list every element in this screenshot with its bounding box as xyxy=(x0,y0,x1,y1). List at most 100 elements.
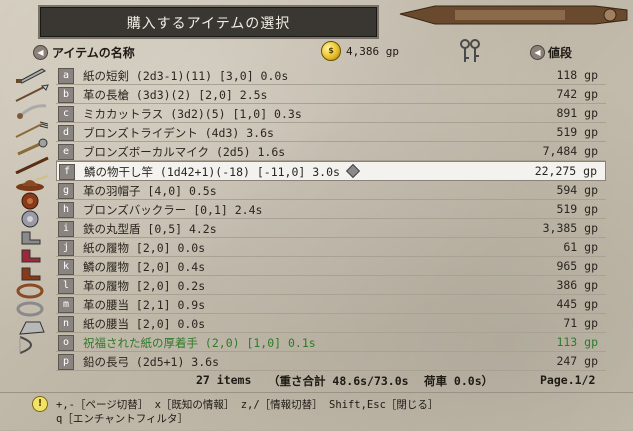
dagger-icon xyxy=(16,68,46,84)
round-shield-icon xyxy=(21,210,39,228)
longbow-icon xyxy=(19,336,32,354)
item-price: 891 gp xyxy=(556,106,598,120)
item-row-g[interactable]: g 革の羽帽子 [4,0] 0.5s 594 gp xyxy=(56,181,606,200)
item-name: 紙の短剣 (2d3-1)(11) [3,0] 0.0s xyxy=(83,69,289,83)
item-name: ミカカットラス (3d2)(5) [1,0] 0.3s xyxy=(83,107,302,121)
gauntlet-icon xyxy=(19,321,45,335)
item-key: n xyxy=(58,316,74,332)
price-sort-arrow-icon[interactable]: ◀ xyxy=(530,45,545,60)
leather-belt-icon xyxy=(16,283,44,299)
hint-icon: ! xyxy=(32,396,48,412)
cargo-weight: 荷車 0.0s） xyxy=(424,374,494,388)
trident-icon xyxy=(15,121,49,138)
item-name: 鉄の丸型盾 [0,5] 4.2s xyxy=(83,222,217,236)
item-key: d xyxy=(58,125,74,141)
decorative-weapon-icon xyxy=(399,5,628,25)
item-row-f-selected[interactable]: f 鱗の物干し竿 (1d42+1)(-18) [-11,0] 3.0s 22,2… xyxy=(56,161,606,181)
page-indicator: Page.1/2 xyxy=(540,373,596,387)
item-row-n[interactable]: n 紙の腰当 [2,0] 0.0s 71 gp xyxy=(56,314,606,333)
item-key: i xyxy=(58,221,74,237)
item-price: 113 gp xyxy=(556,335,598,349)
item-key: h xyxy=(58,202,74,218)
item-name: 紙の履物 [2,0] 0.0s xyxy=(83,241,206,255)
scale-footwear-icon xyxy=(21,249,41,263)
item-row-l[interactable]: l 革の履物 [2,0] 0.2s 386 gp xyxy=(56,276,606,295)
item-price: 247 gp xyxy=(556,354,598,368)
paper-belt-icon xyxy=(16,301,44,317)
item-row-c[interactable]: c ミカカットラス (3d2)(5) [1,0] 0.3s 891 gp xyxy=(56,104,606,123)
item-key: b xyxy=(58,87,74,103)
item-price: 519 gp xyxy=(556,125,598,139)
leather-footwear-icon xyxy=(21,267,41,281)
item-name: 革の腰当 [2,1] 0.9s xyxy=(83,298,206,312)
item-key: g xyxy=(58,183,74,199)
item-name: ブロンズバックラー [0,1] 2.4s xyxy=(83,203,263,217)
item-price: 965 gp xyxy=(556,259,598,273)
item-price: 71 gp xyxy=(563,316,598,330)
item-row-k[interactable]: k 鱗の履物 [2,0] 0.4s 965 gp xyxy=(56,257,606,276)
item-key: f xyxy=(59,164,75,180)
pole-icon xyxy=(15,156,49,174)
cutlass-icon xyxy=(16,104,47,120)
item-key: a xyxy=(58,68,74,84)
item-price: 445 gp xyxy=(556,297,598,311)
item-name: 紙の腰当 [2,0] 0.0s xyxy=(83,317,206,331)
item-list: a 紙の短剣 (2d3-1)(11) [3,0] 0.0s 118 gp b 革… xyxy=(56,66,606,371)
item-key: l xyxy=(58,278,74,294)
gold-coin-icon: $ xyxy=(321,41,341,61)
selection-cursor-icon xyxy=(345,163,361,179)
item-price: 61 gp xyxy=(563,240,598,254)
hat-icon xyxy=(16,175,49,191)
keys-icon xyxy=(460,39,480,62)
item-name: ブロンズトライデント (4d3) 3.6s xyxy=(83,126,274,140)
item-price: 118 gp xyxy=(556,68,598,82)
item-row-o[interactable]: o 祝福された紙の厚着手 (2,0) [1,0] 0.1s 113 gp xyxy=(56,333,606,352)
help-line-1: +,-［ページ切替］ x［既知の情報］ z,/［情報切替］ Shift,Esc［… xyxy=(56,399,439,411)
item-name: 祝福された紙の厚着手 (2,0) [1,0] 0.1s xyxy=(83,336,316,350)
paper-footwear-icon xyxy=(21,231,41,245)
window-title: 購入するアイテムの選択 xyxy=(126,16,291,32)
item-key: e xyxy=(58,144,74,160)
weight-total: （重さ合計 48.6s/73.0s xyxy=(268,374,409,388)
item-key: o xyxy=(58,335,74,351)
item-price: 742 gp xyxy=(556,87,598,101)
item-row-p[interactable]: p 鉛の長弓 (2d5+1) 3.6s 247 gp xyxy=(56,352,606,371)
item-name: 鱗の履物 [2,0] 0.4s xyxy=(83,260,206,274)
item-count: 27 items xyxy=(196,373,252,387)
item-name-header: アイテムの名称 xyxy=(52,46,135,60)
item-name: ブロンズボーカルマイク (2d5) 1.6s xyxy=(83,145,286,159)
item-row-m[interactable]: m 革の腰当 [2,1] 0.9s 445 gp xyxy=(56,295,606,314)
item-row-e[interactable]: e ブロンズボーカルマイク (2d5) 1.6s 7,484 gp xyxy=(56,142,606,161)
item-row-b[interactable]: b 革の長槍 (3d3)(2) [2,0] 2.5s 742 gp xyxy=(56,85,606,104)
item-price: 22,275 gp xyxy=(534,164,597,178)
item-name: 革の羽帽子 [4,0] 0.5s xyxy=(83,184,217,198)
price-header: 値段 xyxy=(548,46,573,60)
item-name: 鱗の物干し竿 (1d42+1)(-18) [-11,0] 3.0s xyxy=(84,163,361,180)
item-row-j[interactable]: j 紙の履物 [2,0] 0.0s 61 gp xyxy=(56,238,606,257)
item-price: 3,385 gp xyxy=(542,221,598,235)
window-title-bar: 購入するアイテムの選択 xyxy=(38,5,379,39)
item-price: 386 gp xyxy=(556,278,598,292)
gold-amount: 4,386 gp xyxy=(346,45,399,58)
item-name: 革の履物 [2,0] 0.2s xyxy=(83,279,206,293)
item-price: 594 gp xyxy=(556,183,598,197)
item-key: j xyxy=(58,240,74,256)
item-name: 鉛の長弓 (2d5+1) 3.6s xyxy=(83,355,220,369)
item-key: p xyxy=(58,354,74,370)
help-line-2: q［エンチャントフィルタ］ xyxy=(56,413,189,425)
item-price: 7,484 gp xyxy=(542,144,598,158)
mic-icon xyxy=(17,138,48,156)
item-price: 519 gp xyxy=(556,202,598,216)
item-row-h[interactable]: h ブロンズバックラー [0,1] 2.4s 519 gp xyxy=(56,200,606,219)
item-row-i[interactable]: i 鉄の丸型盾 [0,5] 4.2s 3,385 gp xyxy=(56,219,606,238)
item-name-text: 鱗の物干し竿 (1d42+1)(-18) [-11,0] 3.0s xyxy=(84,165,340,179)
item-row-d[interactable]: d ブロンズトライデント (4d3) 3.6s 519 gp xyxy=(56,123,606,142)
item-row-a[interactable]: a 紙の短剣 (2d3-1)(11) [3,0] 0.0s 118 gp xyxy=(56,66,606,85)
item-key: m xyxy=(58,297,74,313)
item-key: k xyxy=(58,259,74,275)
item-key: c xyxy=(58,106,74,122)
buckler-icon xyxy=(21,192,39,210)
sort-arrow-icon[interactable]: ◀ xyxy=(33,45,48,60)
item-name: 革の長槍 (3d3)(2) [2,0] 2.5s xyxy=(83,88,268,102)
spear-icon xyxy=(15,84,49,102)
